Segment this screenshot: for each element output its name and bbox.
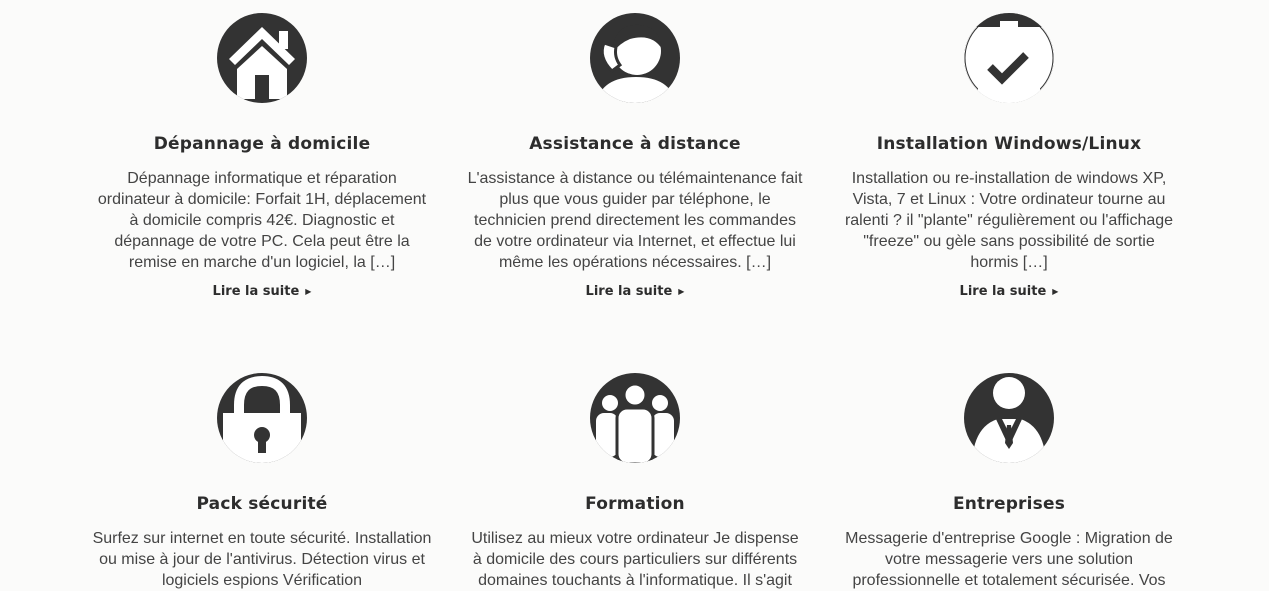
service-title: Installation Windows/Linux [876, 134, 1142, 154]
service-description: Installation ou re-installation de windo… [844, 170, 1174, 271]
service-description: Messagerie d'entreprise Google : Migrati… [845, 530, 1173, 589]
read-more-link[interactable]: Lire la suite ▶ [92, 284, 432, 299]
service-title: Formation [585, 494, 685, 514]
read-more-link[interactable]: Lire la suite ▶ [465, 284, 805, 299]
caret-right-icon: ▶ [1052, 287, 1059, 296]
service-description: L'assistance à distance ou télémaintenan… [467, 170, 803, 271]
service-title: Assistance à distance [529, 134, 741, 154]
caret-right-icon: ▶ [305, 287, 312, 296]
padlock-icon [217, 373, 307, 463]
headset-support-icon [590, 13, 680, 103]
service-description: Utilisez au mieux votre ordinateur Je di… [471, 530, 799, 589]
clipboard-check-icon [964, 13, 1054, 103]
service-title: Entreprises [952, 494, 1066, 514]
read-more-label[interactable]: Lire la suite [213, 284, 300, 299]
service-description: Dépannage informatique et réparation ord… [97, 170, 427, 271]
group-icon [590, 373, 680, 463]
service-title: Pack sécurité [196, 494, 328, 514]
read-more-link[interactable]: Lire la suite ▶ [839, 284, 1179, 299]
read-more-label[interactable]: Lire la suite [960, 284, 1047, 299]
caret-right-icon: ▶ [678, 287, 685, 296]
home-icon [217, 13, 307, 103]
businessman-icon [964, 373, 1054, 463]
read-more-label[interactable]: Lire la suite [586, 284, 673, 299]
service-description: Surfez sur internet en toute sécurité. I… [92, 530, 432, 589]
service-title: Dépannage à domicile [153, 134, 371, 154]
